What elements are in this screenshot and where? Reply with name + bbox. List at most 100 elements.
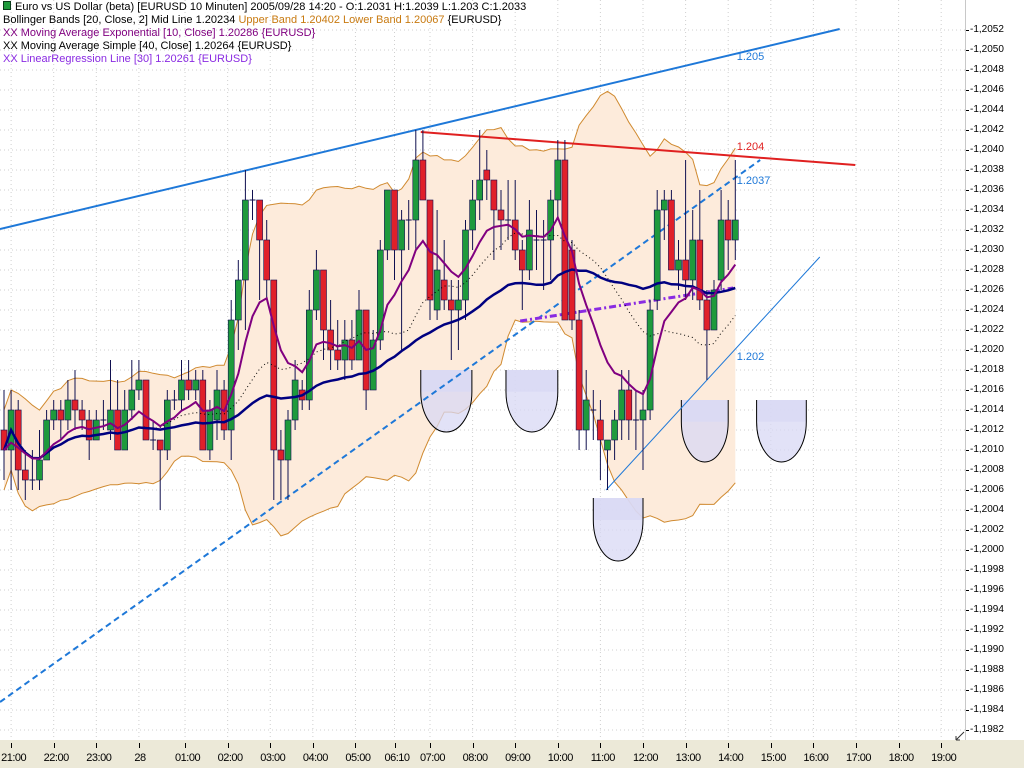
x-tick-mark (227, 743, 229, 748)
legend-bollinger[interactable]: Bollinger Bands [20, Close, 2] Mid Line … (3, 14, 526, 27)
x-tick-label: 03:00 (260, 752, 286, 764)
candle-up (235, 279, 242, 321)
candle-down (625, 389, 633, 421)
candle-up (689, 239, 697, 281)
candle-icon (3, 1, 11, 10)
candle-up (582, 399, 590, 431)
y-tick-mark (966, 310, 969, 311)
x-tick-label: 13:00 (675, 752, 702, 764)
half-ellipse (505, 370, 558, 432)
upper-channel-line-label: 1.205 (737, 51, 765, 63)
y-tick-label: -1,2038 (970, 164, 1004, 175)
price-axis[interactable]: -1,2052 -1,2050 -1,2048 -1,2046 -1,2044 -1,20… (965, 0, 1024, 740)
y-tick-label: -1,2012 (970, 424, 1004, 435)
x-tick-label: 12:00 (632, 752, 659, 764)
y-tick-mark (966, 30, 969, 31)
y-tick-label: -1,2042 (970, 124, 1004, 135)
candle-up (547, 199, 555, 241)
legend-linreg[interactable]: XX LinearRegression Line [30] 1.20261 {E… (3, 53, 526, 66)
y-tick-mark (966, 530, 969, 531)
candle-up (412, 159, 420, 221)
y-tick-mark (966, 450, 969, 451)
candle-down (348, 339, 356, 361)
candle-down (668, 199, 675, 271)
candle-up (192, 379, 199, 391)
x-tick-label: 23:00 (86, 752, 112, 764)
y-tick-label: -1,2030 (970, 244, 1004, 255)
y-tick-label: -1,2036 (970, 184, 1004, 195)
y-tick-mark (966, 270, 969, 271)
x-tick-label: 16:00 (803, 752, 829, 764)
y-tick-mark (966, 110, 969, 111)
y-tick-mark (966, 550, 969, 551)
y-tick-label: -1,2004 (970, 504, 1004, 515)
y-tick-mark (966, 410, 969, 411)
candle-up (50, 409, 58, 421)
y-tick-mark (966, 70, 969, 71)
candle-down (703, 299, 711, 331)
y-tick-label: -1,2020 (970, 344, 1004, 355)
candle-up (206, 409, 214, 451)
legend-sma[interactable]: XX Moving Average Simple [40, Close] 1.2… (3, 40, 526, 53)
resize-corner-icon[interactable] (955, 731, 965, 741)
y-tick-mark (966, 670, 969, 671)
candle-up (675, 259, 682, 271)
x-tick-mark (728, 743, 730, 748)
candle-down (497, 209, 505, 221)
price-chart[interactable]: 1.205 1.204 1.2037 1.202 (0, 0, 965, 740)
y-tick-mark (966, 390, 969, 391)
candle-up (376, 249, 384, 341)
legend-bb-bands: Upper Band 1.20402 Lower Band 1.20067 (238, 14, 445, 26)
y-tick-label: -1,2044 (970, 104, 1004, 115)
y-tick-label: -1,1986 (970, 684, 1004, 695)
candle-down (483, 169, 491, 181)
y-tick-label: -1,1994 (970, 604, 1004, 615)
candle-down (57, 409, 65, 421)
x-tick-mark (898, 743, 900, 748)
candle-up (469, 199, 476, 231)
y-tick-mark (966, 630, 969, 631)
candle-up (291, 379, 299, 421)
candle-down (199, 379, 207, 451)
y-tick-mark (966, 210, 969, 211)
y-tick-label: -1,2050 (970, 44, 1004, 55)
candle-up (433, 269, 441, 311)
x-tick-mark (430, 743, 431, 748)
legend-title-text: Euro vs US Dollar (beta) [EURUSD 10 Minu… (15, 1, 527, 13)
candle-up (121, 409, 128, 451)
y-tick-label: -1,2032 (970, 224, 1004, 235)
x-tick-label: 11:00 (590, 752, 616, 764)
y-tick-mark (966, 690, 969, 691)
y-tick-mark (966, 250, 969, 251)
y-tick-label: -1,1988 (970, 664, 1004, 675)
candle-up (717, 219, 725, 281)
y-tick-label: -1,1984 (970, 704, 1004, 715)
resistance-line-label: 1.204 (737, 141, 765, 153)
candle-up (554, 159, 562, 201)
y-tick-mark (966, 510, 969, 511)
candle-down (21, 469, 29, 481)
time-axis[interactable]: 21:00 22:00 23:00 28 01:00 02:00 03:00 04:00 05:… (0, 740, 1024, 768)
x-tick-mark (138, 743, 140, 748)
candle-up (618, 389, 626, 421)
half-ellipse (593, 498, 643, 561)
candle-up (128, 389, 136, 411)
x-tick-mark (685, 743, 687, 748)
x-tick-mark (770, 743, 772, 748)
y-tick-mark (966, 490, 969, 491)
candle-up (604, 439, 611, 451)
x-tick-label: 07:00 (419, 752, 446, 764)
y-tick-mark (966, 130, 969, 131)
candle-up (341, 339, 349, 361)
x-tick-mark (515, 743, 517, 748)
legend-ema[interactable]: XX Moving Average Exponential [10, Close… (3, 27, 526, 40)
candle-down (518, 249, 526, 271)
candle-up (36, 459, 43, 481)
x-tick-mark (856, 743, 857, 748)
candle-down (447, 299, 455, 311)
candle-up (107, 409, 114, 431)
candle-up (731, 219, 739, 241)
dashed-trend-line-label: 1.2037 (737, 175, 771, 187)
candle-down (320, 269, 327, 331)
x-tick-label: 05:00 (345, 752, 371, 764)
